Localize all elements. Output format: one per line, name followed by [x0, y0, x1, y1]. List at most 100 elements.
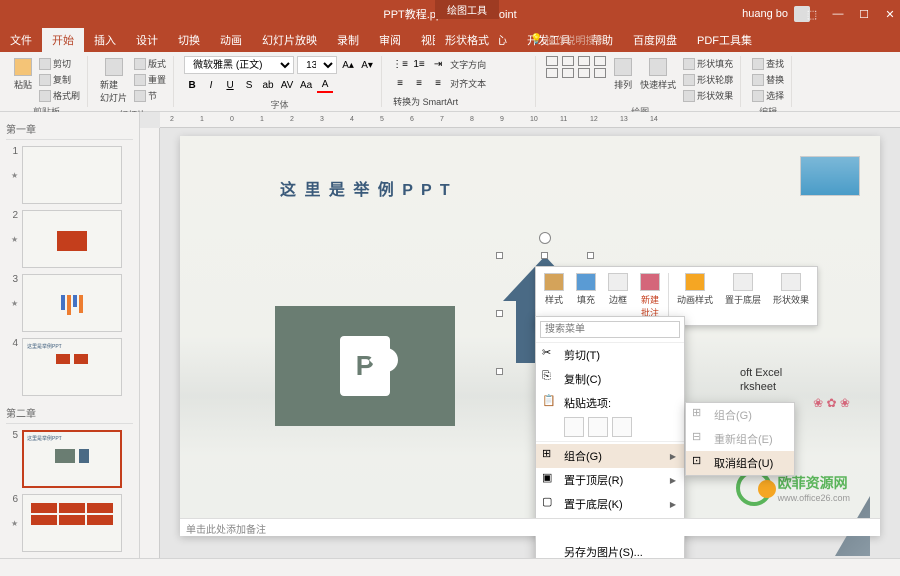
- image-placeholder[interactable]: [800, 156, 860, 196]
- shadow-button[interactable]: ab: [260, 77, 276, 93]
- font-color-button[interactable]: A: [317, 77, 333, 93]
- case-button[interactable]: Aa: [298, 77, 314, 93]
- align-center-button[interactable]: ≡: [411, 75, 427, 91]
- paste-opt-1[interactable]: [564, 417, 584, 437]
- copy-button[interactable]: 复制: [38, 72, 81, 87]
- thumb-6[interactable]: ★: [22, 494, 122, 552]
- tab-insert[interactable]: 插入: [84, 28, 126, 52]
- user-info[interactable]: huang bo: [742, 6, 810, 22]
- animation-star-icon: ★: [11, 171, 18, 180]
- reset-button[interactable]: 重置: [133, 72, 167, 87]
- section-button[interactable]: 节: [133, 88, 167, 103]
- slide-title[interactable]: 这 里 是 举 例 P P T: [280, 176, 452, 200]
- align-right-button[interactable]: ≡: [430, 75, 446, 91]
- resize-handle[interactable]: [496, 252, 503, 259]
- numbering-button[interactable]: 1≡: [411, 56, 427, 72]
- resize-handle[interactable]: [496, 368, 503, 375]
- slide-panel[interactable]: 第一章 1★ 2★ 3★ 4这里是举例PPT 第二章 5这里是举例PPT 6★ …: [0, 112, 140, 558]
- spacing-button[interactable]: AV: [279, 77, 295, 93]
- increase-font-icon[interactable]: A▴: [340, 57, 356, 73]
- tab-transition[interactable]: 切换: [168, 28, 210, 52]
- arrange-button[interactable]: 排列: [612, 56, 634, 93]
- shapes-gallery[interactable]: [546, 56, 608, 78]
- chapter-2[interactable]: 第二章: [6, 402, 133, 424]
- sub-group[interactable]: ⊞组合(G): [686, 403, 794, 427]
- close-icon[interactable]: ✕: [884, 8, 896, 21]
- thumb-4[interactable]: 这里是举例PPT: [22, 338, 122, 396]
- maximize-icon[interactable]: ☐: [858, 8, 870, 21]
- resize-handle[interactable]: [496, 310, 503, 317]
- mini-outline-button[interactable]: 边框: [604, 271, 632, 321]
- thumb-3[interactable]: ★: [22, 274, 122, 332]
- tab-home[interactable]: 开始: [42, 28, 84, 52]
- ribbon: 粘贴 剪切 复制 格式刷 剪贴板 新建 幻灯片 版式 重置 节 幻灯片 微软雅黑…: [0, 52, 900, 112]
- replace-button[interactable]: 替换: [751, 72, 785, 87]
- resize-handle[interactable]: [587, 252, 594, 259]
- font-name-select[interactable]: 微软雅黑 (正文): [184, 56, 294, 74]
- tab-pdftools[interactable]: PDF工具集: [687, 28, 762, 52]
- mini-fill-button[interactable]: 填充: [572, 271, 600, 321]
- tab-baidu[interactable]: 百度网盘: [623, 28, 687, 52]
- ctx-cut[interactable]: ✂剪切(T): [536, 343, 684, 367]
- tab-file[interactable]: 文件: [0, 28, 42, 52]
- cut-button[interactable]: 剪切: [38, 56, 81, 71]
- tab-slideshow[interactable]: 幻灯片放映: [252, 28, 327, 52]
- sub-regroup[interactable]: ⊟重新组合(E): [686, 427, 794, 451]
- layout-button[interactable]: 版式: [133, 56, 167, 71]
- paste-button[interactable]: 粘贴: [12, 56, 34, 93]
- mini-animation-button[interactable]: 动画样式: [673, 271, 717, 321]
- font-size-select[interactable]: 13.5: [297, 56, 337, 74]
- align-text-button[interactable]: 对齐文本: [449, 76, 487, 91]
- resize-handle[interactable]: [541, 252, 548, 259]
- text-direction-button[interactable]: 文字方向: [449, 57, 487, 72]
- thumb-5[interactable]: 这里是举例PPT: [22, 430, 122, 488]
- shape-effects-button[interactable]: 形状效果: [682, 88, 734, 103]
- shape-outline-button[interactable]: 形状轮廓: [682, 72, 734, 87]
- underline-button[interactable]: U: [222, 77, 238, 93]
- tab-design[interactable]: 设计: [126, 28, 168, 52]
- sub-ungroup[interactable]: ⊡取消组合(U): [686, 451, 794, 475]
- ribbon-options-icon[interactable]: ⬚: [806, 8, 818, 21]
- tab-review[interactable]: 审阅: [369, 28, 411, 52]
- quick-styles-button[interactable]: 快速样式: [638, 56, 678, 93]
- chapter-1[interactable]: 第一章: [6, 118, 133, 140]
- tab-format[interactable]: 形状格式: [435, 28, 499, 52]
- mini-sendback-button[interactable]: 置于底层: [721, 271, 765, 321]
- ctx-search-input[interactable]: [540, 321, 680, 338]
- decrease-font-icon[interactable]: A▾: [359, 57, 375, 73]
- paste-opt-3[interactable]: [612, 417, 632, 437]
- find-button[interactable]: 查找: [751, 56, 785, 71]
- ppt-logo-graphic[interactable]: P: [275, 306, 455, 426]
- smartart-button[interactable]: 转换为 SmartArt: [392, 94, 529, 109]
- indent-button[interactable]: ⇥: [430, 56, 446, 72]
- mini-style-button[interactable]: 样式: [540, 271, 568, 321]
- tab-record[interactable]: 录制: [327, 28, 369, 52]
- paste-opt-2[interactable]: [588, 417, 608, 437]
- ctx-search[interactable]: [536, 317, 684, 343]
- bullets-button[interactable]: ⋮≡: [392, 56, 408, 72]
- italic-button[interactable]: I: [203, 77, 219, 93]
- new-slide-button[interactable]: 新建 幻灯片: [98, 56, 129, 106]
- align-left-button[interactable]: ≡: [392, 75, 408, 91]
- minimize-icon[interactable]: —: [832, 8, 844, 21]
- strike-button[interactable]: S: [241, 77, 257, 93]
- thumb-2[interactable]: ★: [22, 210, 122, 268]
- bold-button[interactable]: B: [184, 77, 200, 93]
- slide[interactable]: 这 里 是 举 例 P P T P oft Excel rksheet: [180, 136, 880, 536]
- format-painter-button[interactable]: 格式刷: [38, 88, 81, 103]
- tell-me-search[interactable]: 💡 操作说明搜索: [530, 32, 605, 47]
- rotate-handle-icon[interactable]: [539, 232, 551, 244]
- ctx-bring-front[interactable]: ▣置于顶层(R)▶: [536, 468, 684, 492]
- mini-comment-button[interactable]: 新建 批注: [636, 271, 664, 321]
- ctx-save-pic[interactable]: 另存为图片(S)...: [536, 540, 684, 558]
- mini-effects-button[interactable]: 形状效果: [769, 271, 813, 321]
- shape-fill-button[interactable]: 形状填充: [682, 56, 734, 71]
- ctx-group[interactable]: ⊞组合(G)▶: [536, 444, 684, 468]
- select-button[interactable]: 选择: [751, 88, 785, 103]
- slide-canvas[interactable]: 2101234567891011121314 这 里 是 举 例 P P T P: [140, 112, 900, 558]
- tab-animation[interactable]: 动画: [210, 28, 252, 52]
- thumb-1[interactable]: ★: [22, 146, 122, 204]
- ctx-copy[interactable]: ⎘复制(C): [536, 367, 684, 391]
- ctx-send-back[interactable]: ▢置于底层(K)▶: [536, 492, 684, 516]
- notes-pane[interactable]: 单击此处添加备注: [180, 518, 880, 536]
